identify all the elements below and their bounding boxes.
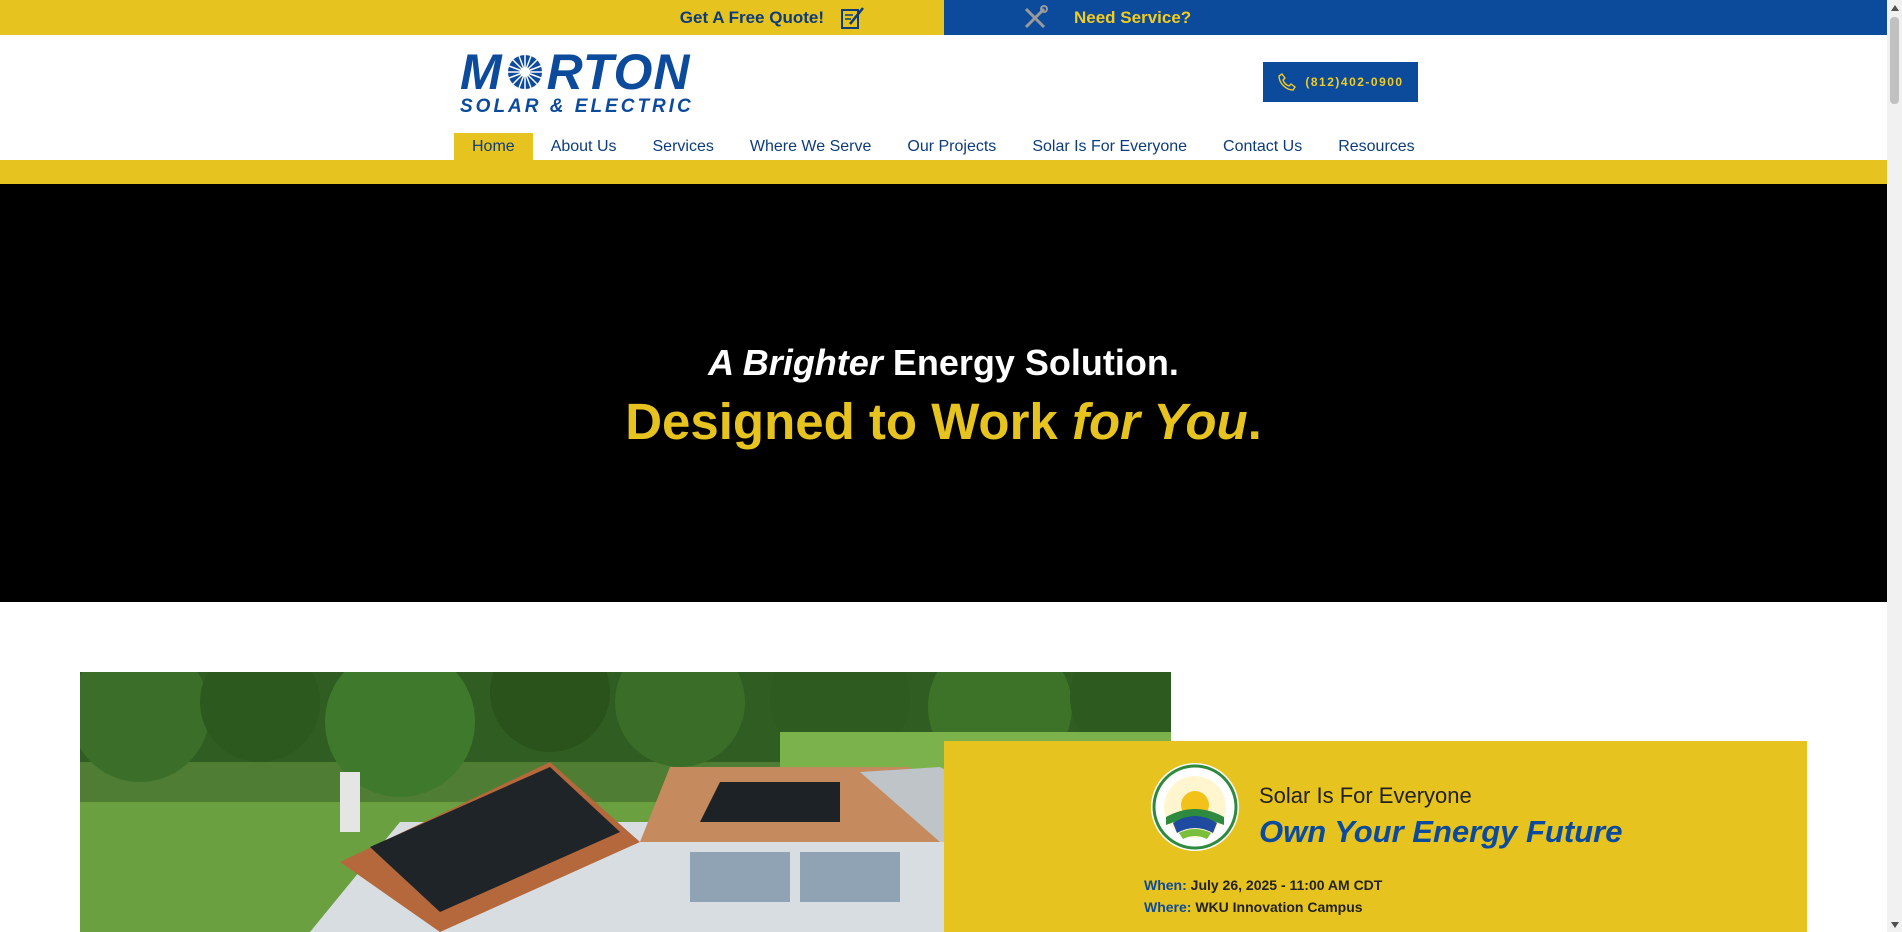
- event-when-label: When:: [1144, 877, 1187, 893]
- nav-item-contact-us[interactable]: Contact Us: [1205, 133, 1320, 160]
- hero-subheadline-end: .: [1247, 393, 1262, 450]
- event-where-value: WKU Innovation Campus: [1195, 899, 1363, 915]
- hero-subheadline-start: Designed to Work: [625, 393, 1072, 450]
- event-when-value: July 26, 2025 - 11:00 AM CDT: [1190, 877, 1383, 893]
- nav-item-services[interactable]: Services: [635, 133, 732, 160]
- scrollbar-thumb[interactable]: [1890, 17, 1899, 104]
- event-card: Solar Is For Everyone Own Your Energy Fu…: [944, 741, 1807, 932]
- free-quote-label: Get A Free Quote!: [679, 7, 824, 27]
- nav-item-our-projects[interactable]: Our Projects: [889, 133, 1014, 160]
- event-where-label: Where:: [1144, 899, 1192, 915]
- hero-headline-emphasis: A Brighter: [708, 342, 883, 383]
- phone-icon: [1278, 73, 1297, 91]
- event-tagline: Own Your Energy Future: [1259, 814, 1623, 849]
- nav-item-home[interactable]: Home: [454, 133, 533, 160]
- solar-for-everyone-badge: [1149, 761, 1241, 853]
- nav-item-about-us[interactable]: About Us: [533, 133, 635, 160]
- top-bar: Get A Free Quote! Need Service?: [0, 0, 1887, 35]
- need-service-label: Need Service?: [1074, 7, 1192, 27]
- page-scrollbar[interactable]: [1887, 0, 1902, 932]
- phone-button[interactable]: (812)402-0900: [1263, 62, 1418, 102]
- hero-subheadline: Designed to Work for You.: [0, 392, 1887, 451]
- clipboard-pen-icon: [840, 6, 866, 30]
- yellow-divider: [0, 160, 1887, 184]
- event-when: When: July 26, 2025 - 11:00 AM CDT: [1144, 877, 1382, 893]
- morton-logo[interactable]: M RTON SOLAR & ELECTRIC: [460, 44, 700, 118]
- logo-subtitle: SOLAR & ELECTRIC: [460, 96, 694, 117]
- phone-number: (812)402-0900: [1305, 75, 1404, 89]
- logo-letter-m: M: [460, 44, 503, 100]
- scroll-up-icon[interactable]: [1887, 0, 1902, 15]
- tools-icon: [1022, 4, 1050, 31]
- scroll-down-icon[interactable]: [1887, 917, 1902, 932]
- site-header: M RTON SOLAR & ELECTRIC (812)402-0900 Ho…: [0, 35, 1887, 160]
- page: Get A Free Quote! Need Service? M RTON S…: [0, 0, 1902, 932]
- main-nav: Home About Us Services Where We Serve Ou…: [454, 133, 1433, 160]
- sun-icon: [505, 52, 545, 92]
- logo-letters-rton: RTON: [546, 44, 691, 100]
- free-quote-link[interactable]: Get A Free Quote!: [0, 0, 944, 35]
- hero-headline: A Brighter Energy Solution.: [0, 342, 1887, 384]
- need-service-link[interactable]: Need Service?: [944, 0, 1887, 35]
- nav-item-resources[interactable]: Resources: [1320, 133, 1432, 160]
- nav-item-solar-is-for-everyone[interactable]: Solar Is For Everyone: [1014, 133, 1205, 160]
- nav-item-where-we-serve[interactable]: Where We Serve: [732, 133, 890, 160]
- hero-headline-rest: Energy Solution.: [882, 342, 1179, 383]
- event-title: Solar Is For Everyone: [1259, 783, 1472, 808]
- event-where: Where: WKU Innovation Campus: [1144, 899, 1363, 915]
- hero-banner: A Brighter Energy Solution. Designed to …: [0, 184, 1887, 602]
- hero-subheadline-emphasis: for You: [1071, 393, 1248, 450]
